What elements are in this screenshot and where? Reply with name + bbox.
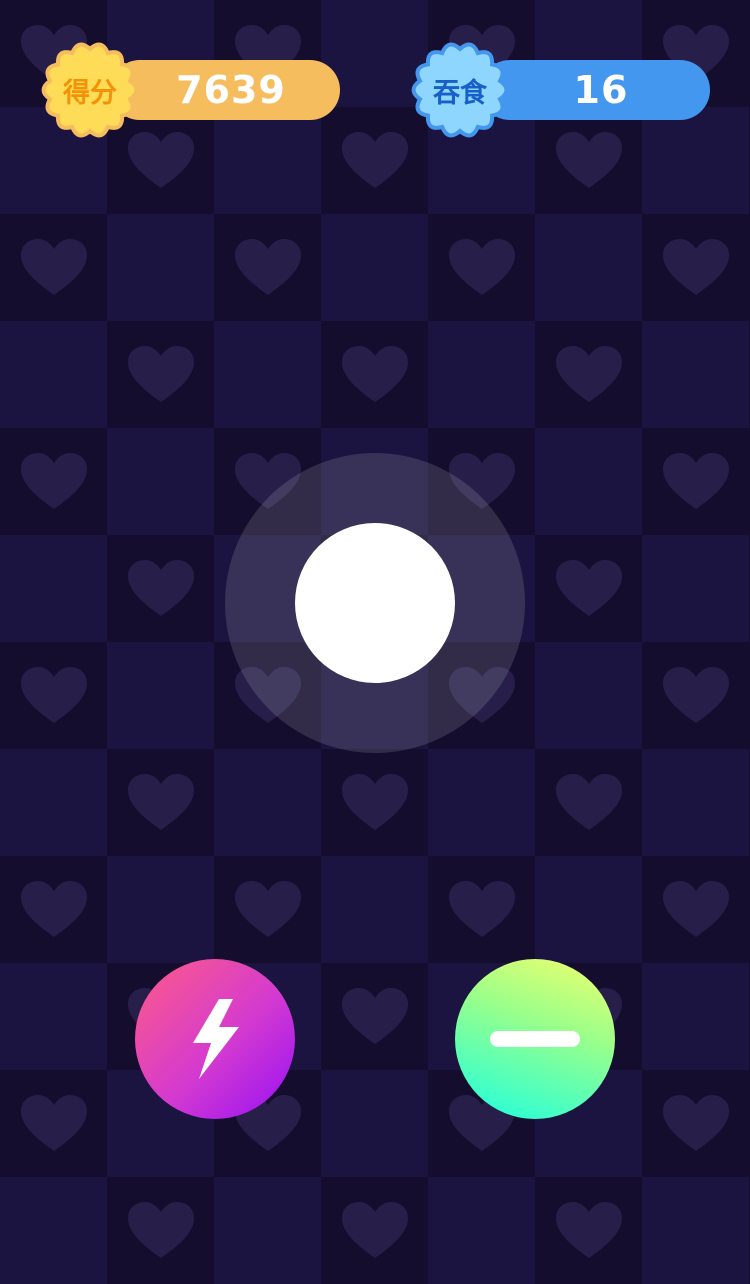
board-cell [535,321,642,428]
heart-icon [127,773,194,830]
board-cell [642,856,749,963]
board-cell [214,749,321,856]
heart-icon [662,880,729,937]
heart-icon [448,238,515,295]
board-cell [107,642,214,749]
board-cell [107,535,214,642]
heart-icon [20,238,87,295]
heart-icon [555,559,622,616]
board-cell [535,428,642,535]
board-cell [321,749,428,856]
board-cell [642,428,749,535]
board-cell [642,214,749,321]
board-cell [107,856,214,963]
board-cell [642,1177,749,1284]
board-cell [0,535,107,642]
board-cell [214,214,321,321]
board-cell [321,963,428,1070]
board-cell [642,1070,749,1177]
heart-icon [662,452,729,509]
board-cell [642,321,749,428]
board-cell [428,321,535,428]
heart-icon [555,345,622,402]
boost-button[interactable] [135,959,295,1119]
heart-icon [127,559,194,616]
board-cell [428,856,535,963]
board-cell [642,963,749,1070]
board-cell [0,1177,107,1284]
board-cell [0,1070,107,1177]
board-cell [0,642,107,749]
score-label: 得分 [63,77,117,109]
board-cell [0,321,107,428]
board-cell [535,107,642,214]
heart-icon [662,1094,729,1151]
heart-icon [555,773,622,830]
heart-icon [555,131,622,188]
board-cell [214,321,321,428]
board-cell [107,1177,214,1284]
heart-icon [127,345,194,402]
board-cell [107,428,214,535]
board-cell [428,214,535,321]
heart-icon [341,345,408,402]
heart-icon [448,880,515,937]
board-cell [107,749,214,856]
board-cell [321,214,428,321]
board-cell [214,856,321,963]
score-value: 7639 [176,68,286,112]
board-cell [321,1177,428,1284]
board-cell [107,214,214,321]
board-cell [321,321,428,428]
heart-icon [234,880,301,937]
heart-icon [555,1201,622,1258]
board-cell [321,1070,428,1177]
heart-icon [20,880,87,937]
board-cell [642,642,749,749]
board-cell [535,642,642,749]
board-cell [0,856,107,963]
board-cell [535,214,642,321]
board-cell [428,1177,535,1284]
score-badge: 得分 [40,40,140,140]
board-cell [0,963,107,1070]
lightning-bolt-icon [193,999,239,1079]
heart-icon [234,238,301,295]
eaten-label: 吞食 [433,77,487,109]
board-cell [214,1177,321,1284]
board-cell [535,749,642,856]
board-cell [642,749,749,856]
board-cell [107,321,214,428]
heart-icon [20,452,87,509]
heart-icon [20,1094,87,1151]
board-cell [535,1177,642,1284]
board-cell [0,749,107,856]
eaten-value: 16 [573,68,629,112]
joystick-knob[interactable] [295,523,455,683]
minus-icon [490,1031,580,1047]
score-pill: 7639 [110,60,340,120]
heart-icon [341,987,408,1044]
split-button[interactable] [455,959,615,1119]
board-cell [535,856,642,963]
heart-icon [20,666,87,723]
board-cell [214,107,321,214]
heart-icon [341,1201,408,1258]
board-cell [0,428,107,535]
board-cell [321,856,428,963]
board-cell [535,535,642,642]
eaten-pill: 16 [480,60,710,120]
board-cell [428,749,535,856]
heart-icon [127,1201,194,1258]
heart-icon [662,238,729,295]
board-cell [642,107,749,214]
board-cell [642,535,749,642]
board-cell [0,214,107,321]
heart-icon [662,666,729,723]
eaten-badge: 吞食 [410,40,510,140]
heart-icon [341,773,408,830]
heart-icon [341,131,408,188]
